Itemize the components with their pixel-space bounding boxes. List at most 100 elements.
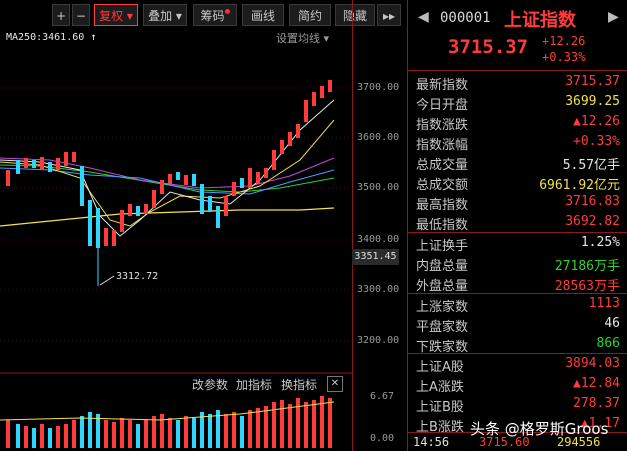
current-price-marker: 3351.45 (352, 249, 399, 265)
quote-row: 上涨家数 1113 (408, 294, 627, 315)
switch-indicator-button[interactable]: 换指标 (281, 376, 317, 394)
candle (144, 204, 148, 214)
candle (296, 124, 300, 138)
candle (320, 86, 324, 98)
quote-row-value: 3699.25 (565, 94, 620, 109)
candle (216, 206, 220, 228)
quote-row-value: +0.33% (573, 134, 620, 149)
candle (328, 80, 332, 92)
candle (96, 208, 100, 248)
candle (288, 132, 292, 146)
quote-row: 今日开盘 3699.25 (408, 92, 627, 113)
volume-tick: 6.67 (370, 391, 395, 402)
candle (72, 152, 76, 162)
candle (136, 206, 140, 216)
price-tick: 3400.00 (357, 234, 400, 245)
quote-row-value: 1.25% (580, 235, 620, 250)
candle (64, 152, 68, 166)
price-change: +12.26 (542, 34, 586, 48)
candle (6, 170, 10, 186)
quote-row-value: 6961.92亿元 (539, 178, 620, 193)
candle (168, 174, 172, 184)
quote-row-label: 平盘家数 (416, 320, 469, 335)
quote-row-value: 278.37 (573, 396, 620, 411)
candle (272, 150, 276, 170)
quote-row-value: 27186万手 (554, 259, 620, 274)
quote-row: 最新指数 3715.37 (408, 72, 627, 93)
quote-row-label: 今日开盘 (416, 98, 469, 113)
price-tick: 3700.00 (357, 82, 400, 93)
candle (24, 158, 28, 168)
candle (176, 172, 180, 180)
price-tick: 3500.00 (357, 182, 400, 193)
quote-row-label: 外盘总量 (416, 279, 469, 294)
divider (408, 70, 627, 71)
index-code: 000001 (440, 10, 491, 26)
candle (128, 204, 132, 216)
low-price-pointer (99, 275, 115, 286)
quote-row-label: 总成交额 (416, 178, 469, 193)
index-name: 上证指数 (504, 10, 576, 31)
low-price-label: 3312.72 (116, 271, 159, 282)
quote-row: 总成交额 6961.92亿元 (408, 172, 627, 193)
quote-row: 最低指数 3692.82 (408, 212, 627, 233)
price-axis: 3700.00 3600.00 3500.00 3400.00 3300.00 … (352, 0, 406, 451)
candle (152, 190, 156, 208)
candle (160, 180, 164, 194)
price-tick: 3600.00 (357, 132, 400, 143)
close-icon[interactable]: ✕ (327, 376, 343, 392)
quote-row-label: 内盘总量 (416, 259, 469, 274)
candle (80, 166, 84, 206)
candle (40, 157, 44, 169)
candle (280, 140, 284, 154)
quote-row-value: ▲12.26 (573, 114, 620, 129)
quote-row-value: 3894.03 (565, 356, 620, 371)
divider (408, 353, 627, 354)
quote-row-value: 28563万手 (554, 279, 620, 294)
quote-row-value: 5.57亿手 (562, 158, 620, 173)
current-price: 3715.37 (448, 36, 529, 58)
candle (112, 230, 116, 246)
quote-row-label: 最新指数 (416, 78, 469, 93)
quote-row-value: 866 (596, 336, 620, 351)
candle (104, 228, 108, 246)
quote-row: 外盘总量 28563万手 (408, 273, 627, 294)
candles (6, 80, 332, 286)
add-indicator-button[interactable]: 加指标 (236, 376, 272, 394)
quote-row-label: 上证换手 (416, 239, 469, 254)
quote-row-label: 上证B股 (416, 400, 464, 415)
quote-row-value: 46 (604, 316, 620, 331)
quote-panel: ◀ 000001 上证指数 ▶ 3715.37 +12.26 +0.33% 最新… (407, 0, 627, 451)
quote-row-label: 指数涨跌 (416, 118, 469, 133)
candle (192, 174, 196, 186)
divider (408, 232, 627, 233)
quote-row-label: 最高指数 (416, 198, 469, 213)
quote-row-value: 1113 (588, 296, 620, 311)
quote-row-label: 总成交量 (416, 158, 469, 173)
price-change-pct: +0.33% (542, 50, 586, 64)
kline-chart-panel[interactable]: + − 复权 ▾ 叠加 ▾ 筹码 画线 简约 隐藏 ▸▸ MA250:3461.… (0, 0, 405, 451)
candle (16, 160, 20, 174)
volume-tick: 0.00 (370, 433, 395, 444)
quote-row-value: ▲12.84 (573, 376, 620, 391)
ma250-line (0, 207, 335, 227)
quote-row: 下跌家数 866 (408, 334, 627, 355)
prev-arrow-icon[interactable]: ◀ (418, 9, 429, 25)
candle (232, 182, 236, 196)
quote-row: 上证B股 278.37 (408, 394, 627, 415)
divider (408, 293, 627, 294)
quote-row-label: 上A涨跌 (416, 380, 464, 395)
watermark: 头条 @格罗斯Groos (470, 420, 609, 438)
candle (56, 158, 60, 170)
candle (224, 196, 228, 216)
quote-row-label: 上涨家数 (416, 300, 469, 315)
candle (304, 100, 308, 122)
next-arrow-icon[interactable]: ▶ (608, 9, 619, 25)
candle (264, 168, 268, 178)
candle (208, 196, 212, 212)
quote-row-value: 3716.83 (565, 194, 620, 209)
candle (200, 184, 204, 214)
candle (256, 172, 260, 184)
change-params-button[interactable]: 改参数 (192, 376, 228, 394)
volume-bars (6, 396, 332, 448)
